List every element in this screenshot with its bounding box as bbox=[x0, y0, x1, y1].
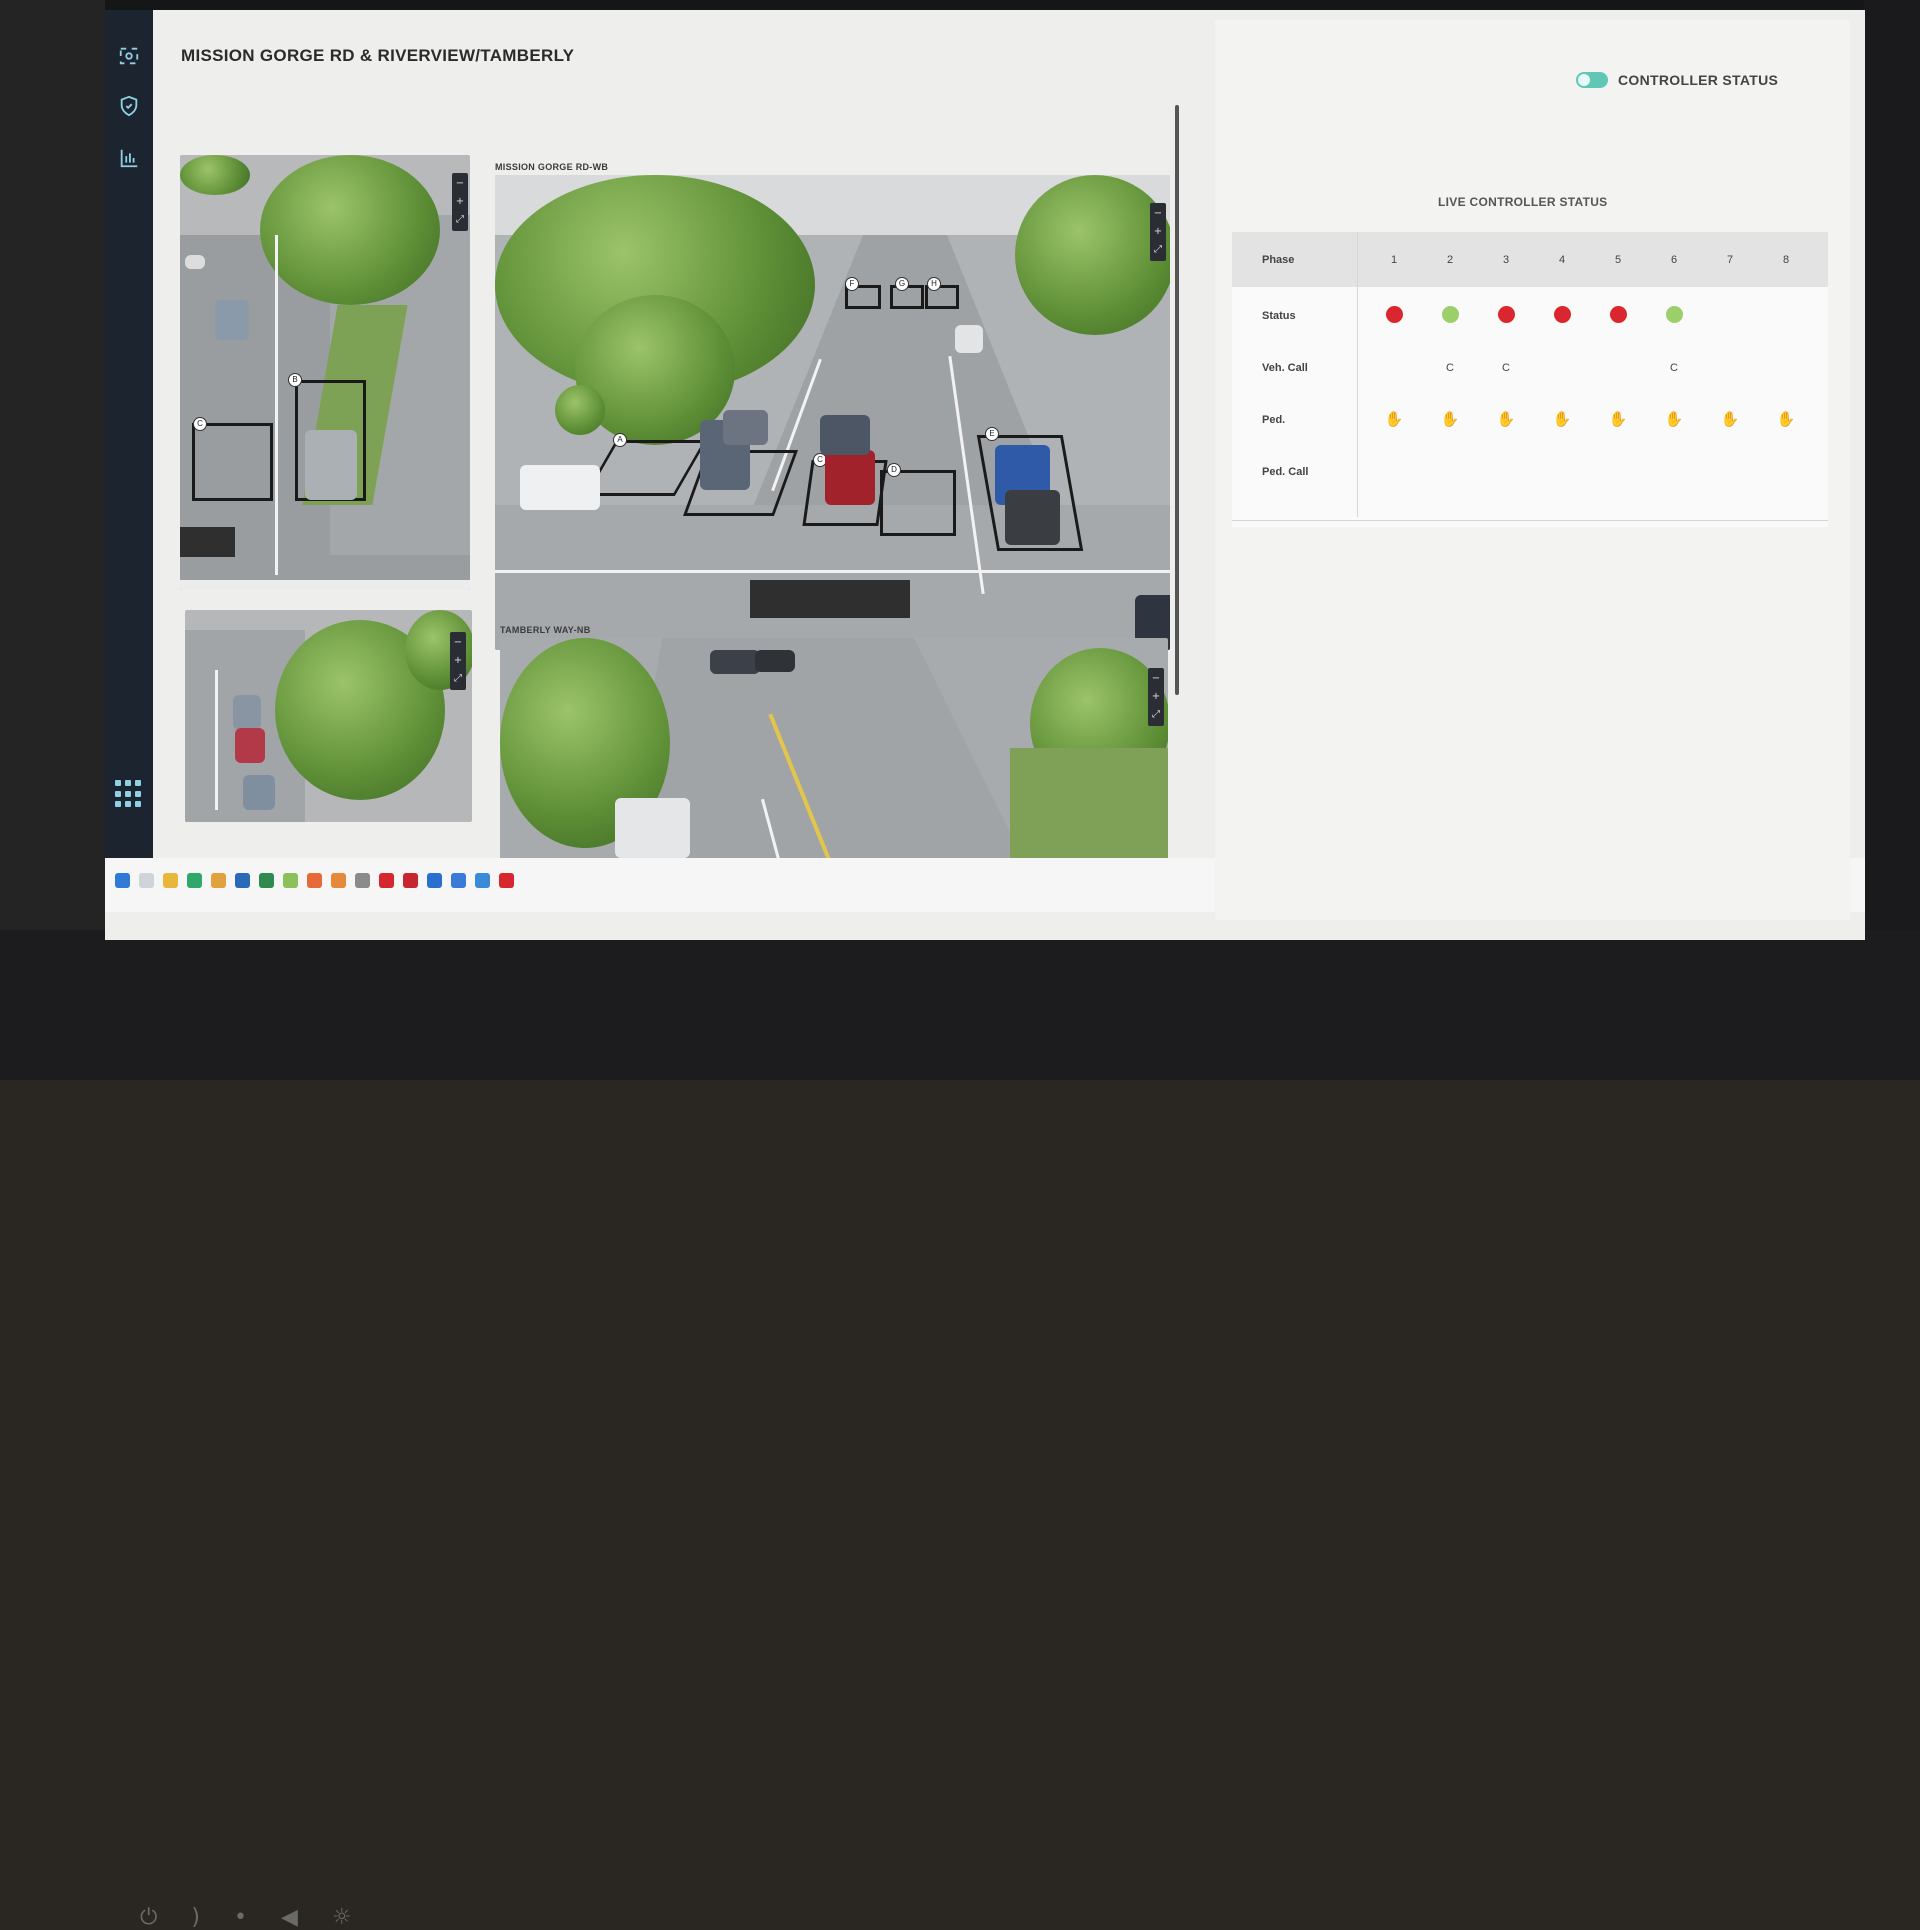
file-icon[interactable] bbox=[283, 873, 298, 888]
ped-dont-walk-hand-icon: ✋ bbox=[1720, 410, 1740, 428]
phase-number: 6 bbox=[1670, 254, 1678, 266]
camera-overlay-bar bbox=[180, 527, 235, 557]
ped-dont-walk-hand-icon: ✋ bbox=[1664, 410, 1684, 428]
ped-dont-walk-hand-icon: ✋ bbox=[1552, 410, 1572, 428]
monitor-hardware-buttons: ⏻ ) • ◀ ☼ bbox=[140, 1905, 352, 1930]
zoom-out-icon: − bbox=[1151, 673, 1161, 684]
table-divider bbox=[1232, 520, 1828, 521]
ped-dont-walk-hand-icon: ✋ bbox=[1384, 410, 1404, 428]
camera-feed-bottom-left[interactable]: − + ⤢ bbox=[185, 610, 472, 822]
zoom-in-icon: + bbox=[1153, 226, 1163, 237]
phase-status-red-indicator bbox=[1386, 306, 1403, 323]
outlook-icon[interactable] bbox=[235, 873, 250, 888]
row-header-phase: Phase bbox=[1262, 254, 1295, 266]
tool-icon[interactable] bbox=[355, 873, 370, 888]
live-controller-status-title: LIVE CONTROLLER STATUS bbox=[1438, 195, 1608, 209]
folder-icon[interactable] bbox=[163, 873, 178, 888]
search-icon[interactable] bbox=[139, 873, 154, 888]
brightness-button-icon[interactable]: ☼ bbox=[332, 1905, 352, 1930]
camera-link-icon[interactable] bbox=[113, 40, 145, 72]
windows-icon[interactable] bbox=[115, 873, 130, 888]
zoom-in-icon: + bbox=[1151, 691, 1161, 702]
veh-call-marker: C bbox=[1446, 362, 1454, 374]
camera-feed-top-left[interactable]: C B − + ⤢ bbox=[180, 155, 470, 590]
phase-number: 2 bbox=[1446, 254, 1454, 266]
zoom-out-icon: − bbox=[1153, 208, 1163, 219]
app-icon[interactable] bbox=[451, 873, 466, 888]
row-header-column: Phase Status Veh. Call Ped. Ped. Call bbox=[1232, 232, 1358, 517]
expand-icon: ⤢ bbox=[456, 214, 464, 225]
camera-feed-top-right[interactable]: A B C D E F G H −+⤢ bbox=[495, 175, 1170, 650]
veh-call-marker: C bbox=[1502, 362, 1510, 374]
phase-status-green-indicator bbox=[1442, 306, 1459, 323]
monitor-left-bezel bbox=[0, 0, 105, 1080]
camera-feed-bottom-right[interactable]: − + ⤢ bbox=[500, 638, 1168, 893]
row-header-status: Status bbox=[1262, 310, 1296, 322]
zoom-out-icon: − bbox=[453, 637, 463, 648]
camera-controls[interactable]: − + ⤢ bbox=[452, 173, 468, 231]
app-icon[interactable] bbox=[403, 873, 418, 888]
camera-controls[interactable]: − + ⤢ bbox=[1150, 203, 1166, 261]
menu-button-icon[interactable]: • bbox=[234, 1905, 247, 1930]
phase-number: 5 bbox=[1614, 254, 1622, 266]
phase-status-red-indicator bbox=[1554, 306, 1571, 323]
scrollbar[interactable] bbox=[1175, 105, 1179, 695]
row-header-ped: Ped. bbox=[1262, 414, 1286, 426]
row-header-veh-call: Veh. Call bbox=[1262, 362, 1308, 374]
ped-dont-walk-hand-icon: ✋ bbox=[1440, 410, 1460, 428]
camera-label-bottom-right: TAMBERLY WAY-NB bbox=[500, 625, 591, 635]
phase-number: 8 bbox=[1782, 254, 1790, 266]
controller-status-toggle[interactable] bbox=[1576, 72, 1608, 88]
phase-status-red-indicator bbox=[1610, 306, 1627, 323]
shield-icon[interactable] bbox=[113, 90, 145, 122]
phase-number: 1 bbox=[1390, 254, 1398, 266]
chrome-icon[interactable] bbox=[211, 873, 226, 888]
input-button-icon[interactable]: ) bbox=[191, 1905, 200, 1930]
app-icon[interactable] bbox=[499, 873, 514, 888]
zoom-in-icon: + bbox=[453, 655, 463, 666]
warning-icon[interactable] bbox=[331, 873, 346, 888]
warning-icon[interactable] bbox=[307, 873, 322, 888]
expand-icon: ⤢ bbox=[1154, 244, 1162, 255]
chart-icon[interactable] bbox=[113, 142, 145, 174]
app-icon[interactable] bbox=[379, 873, 394, 888]
expand-icon: ⤢ bbox=[454, 673, 462, 684]
ped-dont-walk-hand-icon: ✋ bbox=[1608, 410, 1628, 428]
veh-call-marker: C bbox=[1670, 362, 1678, 374]
controller-status-label: CONTROLLER STATUS bbox=[1618, 72, 1779, 88]
zoom-in-icon: + bbox=[455, 196, 465, 207]
monitor-right-bezel bbox=[1864, 0, 1920, 1080]
phase-number: 7 bbox=[1726, 254, 1734, 266]
camera-controls[interactable]: − + ⤢ bbox=[1148, 668, 1164, 726]
zoom-out-icon: − bbox=[455, 178, 465, 189]
controller-status-toggle-group: CONTROLLER STATUS bbox=[1576, 72, 1778, 88]
phase-number: 4 bbox=[1558, 254, 1566, 266]
phase-status-green-indicator bbox=[1666, 306, 1683, 323]
app-icon[interactable] bbox=[427, 873, 442, 888]
nav-rail bbox=[105, 10, 153, 860]
power-button-icon[interactable]: ⏻ bbox=[140, 1905, 157, 1930]
controller-status-table: Phase Status Veh. Call Ped. Ped. Call 1 ✋… bbox=[1232, 232, 1828, 527]
app-icon[interactable] bbox=[475, 873, 490, 888]
monitor-bottom-bezel: ⏻ ) • ◀ ☼ bbox=[0, 930, 1920, 1930]
camera-label-top-right: MISSION GORGE RD-WB bbox=[495, 162, 609, 172]
edge-icon[interactable] bbox=[187, 873, 202, 888]
phase-number: 3 bbox=[1502, 254, 1510, 266]
excel-icon[interactable] bbox=[259, 873, 274, 888]
page-title: MISSION GORGE RD & RIVERVIEW/TAMBERLY bbox=[181, 46, 575, 65]
volume-button-icon[interactable]: ◀ bbox=[281, 1905, 298, 1930]
ped-dont-walk-hand-icon: ✋ bbox=[1776, 410, 1796, 428]
phase-status-red-indicator bbox=[1498, 306, 1515, 323]
camera-controls[interactable]: − + ⤢ bbox=[450, 632, 466, 690]
ped-dont-walk-hand-icon: ✋ bbox=[1496, 410, 1516, 428]
expand-icon: ⤢ bbox=[1152, 709, 1160, 720]
grid-icon[interactable] bbox=[115, 780, 143, 808]
row-header-ped-call: Ped. Call bbox=[1262, 466, 1309, 478]
camera-overlay-bar bbox=[750, 580, 910, 618]
